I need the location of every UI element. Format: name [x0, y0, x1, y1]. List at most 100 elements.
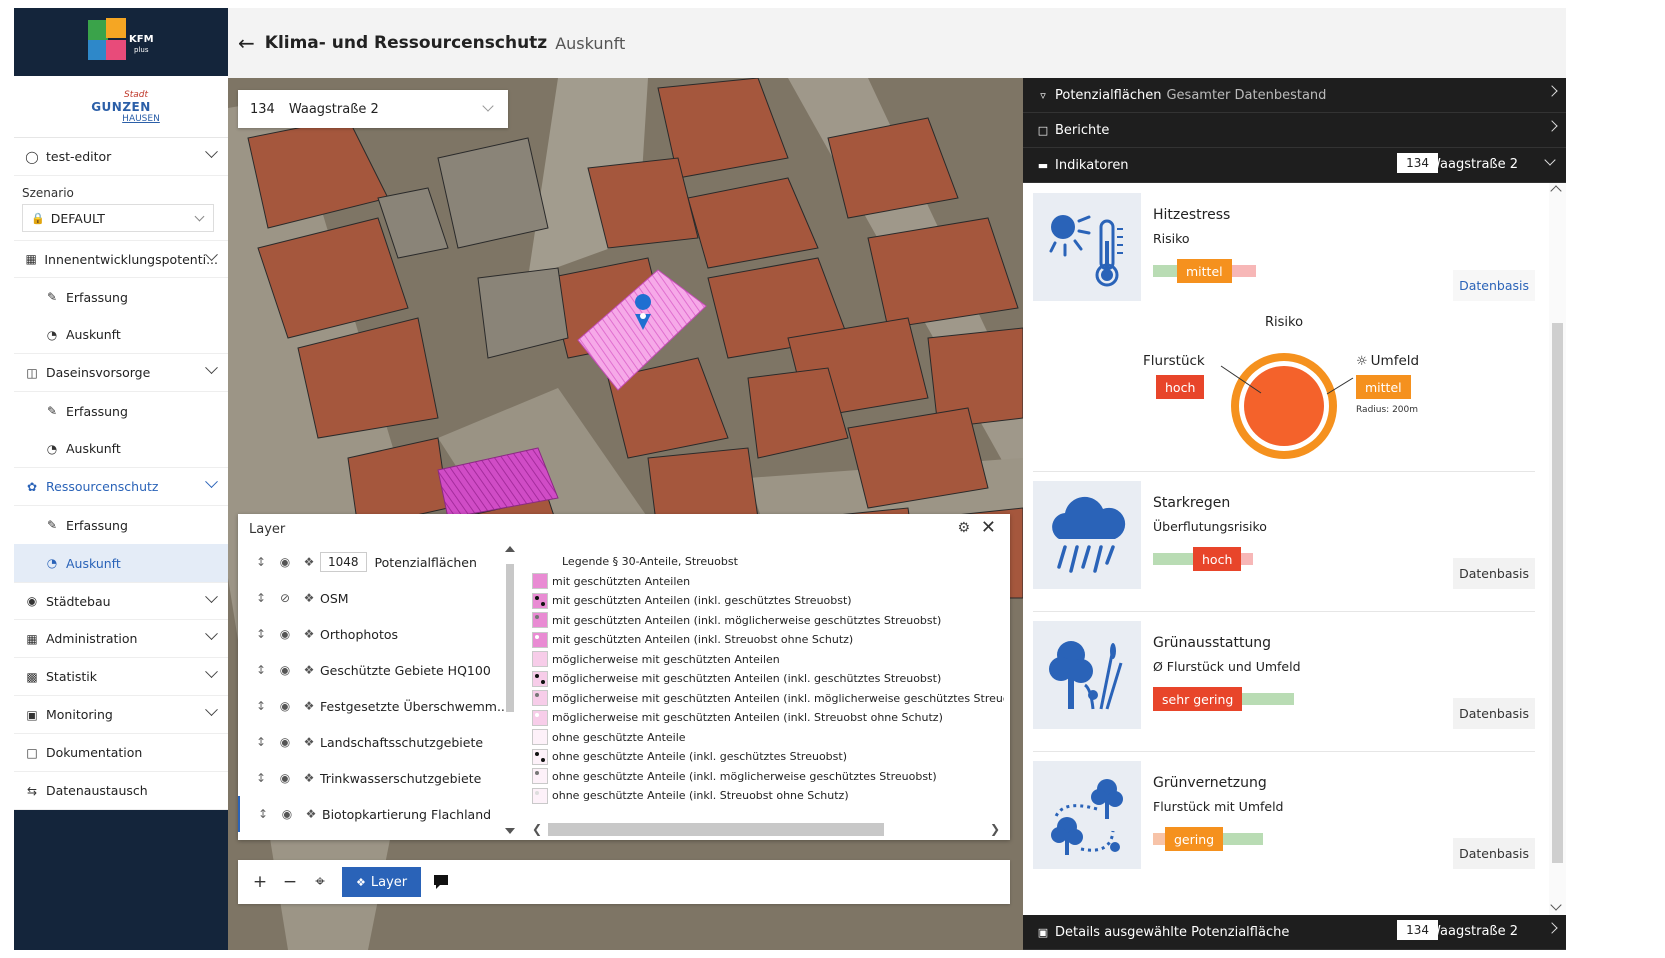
nav-statistik[interactable]: ▩ Statistik — [14, 658, 228, 696]
drag-handle-icon[interactable]: ↕ — [250, 591, 272, 605]
nav-innenentwicklung[interactable]: ▦ Innenentwicklungspotenti... — [14, 240, 228, 278]
scroll-down-icon[interactable] — [505, 828, 515, 834]
layers-icon[interactable]: ❖ — [298, 771, 320, 785]
indicator-title: Hitzestress — [1153, 207, 1231, 223]
drag-handle-icon[interactable]: ↕ — [250, 555, 272, 569]
layers-icon[interactable]: ❖ — [298, 555, 320, 569]
eye-icon[interactable]: ◉ — [272, 663, 298, 677]
nav-daseinsvorsorge[interactable]: ◫ Daseinsvorsorge — [14, 354, 228, 392]
chevron-down-icon — [482, 100, 494, 112]
close-icon[interactable]: ✕ — [981, 517, 996, 538]
nav-innen-erfassung[interactable]: ✎ Erfassung — [14, 278, 228, 316]
chevron-right-icon[interactable]: ❯ — [990, 822, 1000, 836]
eye-icon[interactable]: ◉ — [272, 627, 298, 641]
layer-row[interactable]: ↕ ◉ ❖ Biotopkartierung Flachland — [238, 796, 516, 832]
eye-icon[interactable]: ◉ — [272, 771, 298, 785]
city-logo-l2: GUNZEN — [91, 99, 151, 114]
eye-icon[interactable]: ◉ — [272, 555, 298, 569]
accordion-details[interactable]: ▣ Details ausgewählte Potenzialfläche 13… — [1023, 915, 1566, 950]
address-select[interactable]: 134 Waagstraße 2 — [238, 90, 508, 128]
eye-icon[interactable]: ◉ — [272, 699, 298, 713]
datenbasis-button[interactable]: Datenbasis — [1453, 270, 1535, 301]
chevron-left-icon[interactable]: ❮ — [532, 822, 542, 836]
zoom-in-button[interactable]: + — [246, 868, 274, 896]
nav-administration[interactable]: ▦ Administration — [14, 620, 228, 658]
locate-icon[interactable]: ⌖ — [306, 868, 334, 896]
nav-ressourcenschutz[interactable]: ✿ Ressourcenschutz — [14, 468, 228, 506]
nav-ress-auskunft[interactable]: ◔ Auskunft — [14, 544, 228, 582]
scrollbar-thumb[interactable] — [1552, 323, 1563, 863]
accordion-potenzialflaechen[interactable]: ▿ Potenzialflächen Gesamter Datenbestand — [1023, 78, 1566, 113]
pencil-icon: ✎ — [46, 404, 58, 418]
legend-swatch — [532, 768, 548, 785]
details-bar[interactable]: ▣ Details ausgewählte Potenzialfläche 13… — [1023, 915, 1566, 950]
app-logo[interactable]: KFM plus — [14, 8, 228, 76]
user-name: test-editor — [46, 149, 112, 164]
accordion-indikatoren[interactable]: ▬ Indikatoren 134 Waagstraße 2 — [1023, 148, 1566, 183]
layers-icon[interactable]: ❖ — [298, 699, 320, 713]
datenbasis-button[interactable]: Datenbasis — [1453, 838, 1535, 869]
drag-handle-icon[interactable]: ↕ — [250, 663, 272, 677]
layer-row[interactable]: ↕ ◉ ❖ Orthophotos — [238, 616, 516, 652]
layers-icon[interactable]: ❖ — [300, 807, 322, 821]
layers-icon[interactable]: ❖ — [298, 591, 320, 605]
layer-row[interactable]: ↕ ◉ ❖ Trinkwasserschutzgebiete — [238, 760, 516, 796]
gauge-icon: ▬ — [1037, 158, 1049, 172]
nav-innen-auskunft[interactable]: ◔ Auskunft — [14, 316, 228, 354]
drag-handle-icon[interactable]: ↕ — [252, 807, 274, 821]
zoom-out-button[interactable]: − — [276, 868, 304, 896]
gear-icon[interactable]: ⚙ — [957, 520, 970, 536]
accordion-berichte[interactable]: □ Berichte — [1023, 113, 1566, 148]
legend-horizontal-scrollbar[interactable]: ❮ ❯ — [528, 820, 1002, 836]
datenbasis-button[interactable]: Datenbasis — [1453, 558, 1535, 589]
scenario-select[interactable]: 🔒 DEFAULT — [22, 204, 214, 232]
exchange-icon: ⇆ — [26, 783, 38, 798]
eye-icon[interactable]: ◉ — [274, 807, 300, 821]
drag-handle-icon[interactable]: ↕ — [250, 627, 272, 641]
drag-handle-icon[interactable]: ↕ — [250, 699, 272, 713]
nav-dokumentation[interactable]: □ Dokumentation — [14, 734, 228, 772]
nav-label: Statistik — [46, 669, 97, 684]
layer-row[interactable]: ↕ ◉ ❖ Landschaftsschutzgebiete — [238, 724, 516, 760]
nav-staedtebau[interactable]: ◉ Städtebau — [14, 582, 228, 620]
nav-monitoring[interactable]: ▣ Monitoring — [14, 696, 228, 734]
nav-ress-erfassung[interactable]: ✎ Erfassung — [14, 506, 228, 544]
eye-off-icon[interactable]: ⊘ — [272, 591, 298, 605]
layer-row[interactable]: ↕ ◉ ❖ Festgesetzte Überschwemm... — [238, 688, 516, 724]
layers-icon[interactable]: ❖ — [298, 627, 320, 641]
layer-count-badge: 1048 — [320, 552, 367, 572]
layer-toggle-button[interactable]: ❖ Layer — [342, 867, 422, 897]
scrollbar-thumb[interactable] — [548, 823, 884, 836]
scroll-down-icon[interactable] — [1550, 899, 1562, 911]
legend-item: möglicherweise mit geschützten Anteilen … — [532, 708, 1004, 728]
scrollbar-thumb[interactable] — [506, 564, 514, 712]
scroll-up-icon[interactable] — [505, 546, 515, 552]
comment-icon[interactable] — [427, 868, 455, 896]
nav-dasein-erfassung[interactable]: ✎ Erfassung — [14, 392, 228, 430]
layer-row[interactable]: ↕ ◉ ❖ Geschützte Gebiete HQ100 — [238, 652, 516, 688]
legend-label: möglicherweise mit geschützten Anteilen — [552, 652, 780, 666]
map-canvas[interactable]: 134 Waagstraße 2 Layer ⚙ ✕ ↕ ◉ ❖ 1048 Po — [228, 78, 1023, 950]
tree-icon — [1033, 621, 1141, 729]
nav-dasein-auskunft[interactable]: ◔ Auskunft — [14, 430, 228, 468]
layers-icon[interactable]: ❖ — [298, 663, 320, 677]
risk-donut-chart — [1220, 353, 1354, 459]
layers-icon[interactable]: ❖ — [298, 735, 320, 749]
scroll-up-icon[interactable] — [1550, 185, 1562, 197]
back-arrow-icon[interactable]: ← — [238, 31, 255, 55]
layer-list-scrollbar[interactable] — [504, 546, 516, 834]
user-menu[interactable]: ◯ test-editor — [14, 138, 228, 176]
layer-row[interactable]: ↕ ⊘ ❖ OSM — [238, 580, 516, 616]
nav-datenaustausch[interactable]: ⇆ Datenaustausch — [14, 772, 228, 810]
pie-chart-icon: ◔ — [46, 327, 58, 342]
chevron-down-icon — [205, 703, 218, 717]
layer-name: Trinkwasserschutzgebiete — [320, 770, 482, 786]
datenbasis-button[interactable]: Datenbasis — [1453, 698, 1535, 729]
drag-handle-icon[interactable]: ↕ — [250, 735, 272, 749]
eye-icon[interactable]: ◉ — [272, 735, 298, 749]
indicator-scrollbar[interactable] — [1549, 183, 1566, 915]
layer-row[interactable]: ↕ ◉ ❖ 1048 Potenzialflächen — [238, 544, 516, 580]
layer-panel: Layer ⚙ ✕ ↕ ◉ ❖ 1048 Potenzialflächen ↕ … — [238, 514, 1010, 840]
drag-handle-icon[interactable]: ↕ — [250, 771, 272, 785]
indicator-subtitle: Flurstück mit Umfeld — [1153, 799, 1284, 814]
